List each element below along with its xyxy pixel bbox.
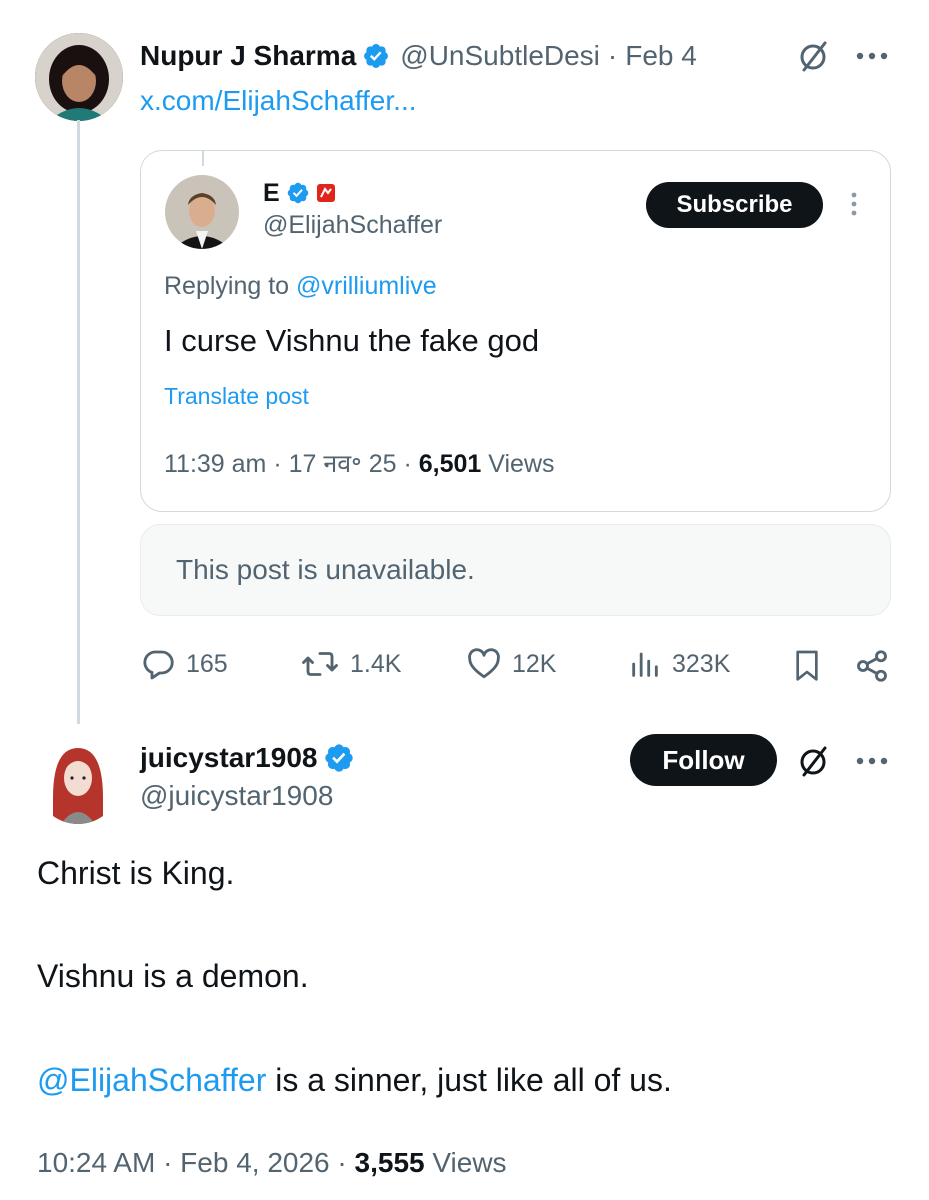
like-count: 12K (512, 649, 557, 678)
affiliate-badge-icon (316, 184, 335, 202)
avatar-image (35, 738, 121, 824)
replying-to: Replying to @vrilliumlive (164, 272, 437, 301)
quote-views-label: Views (481, 450, 555, 478)
post-text-rest: is a sinner, just like all of us. (266, 1062, 672, 1098)
author-handle[interactable]: @UnSubtleDesi (400, 40, 600, 72)
repost-count: 1.4K (350, 649, 402, 678)
quote-meta: 11:39 am · 17 नव॰ 25 · 6,501 Views (164, 446, 555, 480)
post-text-line-2: Vishnu is a demon. (37, 958, 309, 994)
quote-author-handle[interactable]: @ElijahSchaffer (263, 211, 442, 240)
post-text-line-3: @ElijahSchaffer is a sinner, just like a… (37, 1062, 672, 1099)
post-text-line-1: Christ is King. (37, 855, 235, 891)
views-icon (632, 652, 658, 677)
more-icon[interactable] (852, 38, 892, 74)
avatar-nupur[interactable] (35, 33, 123, 121)
post-timestamp[interactable]: 10:24 AM · Feb 4, 2026 · (37, 1147, 355, 1178)
quote-author-name[interactable]: E (263, 179, 280, 208)
share-icon[interactable] (852, 646, 892, 686)
avatar-image (35, 33, 123, 121)
views-count: 323K (672, 649, 731, 678)
author-name[interactable]: Nupur J Sharma (140, 40, 356, 72)
quote-timestamp[interactable]: 11:39 am · 17 नव॰ 25 · (164, 450, 419, 478)
post1-header: Nupur J Sharma @UnSubtleDesi · Feb 4 (140, 36, 697, 76)
translate-post-link[interactable]: Translate post (164, 383, 309, 410)
mention-link[interactable]: @ElijahSchaffer (37, 1062, 266, 1098)
reply-count: 165 (186, 649, 228, 678)
like-action[interactable]: 12K (466, 646, 556, 682)
reply-action[interactable]: 165 (140, 646, 228, 682)
bookmark-icon[interactable] (788, 646, 826, 686)
verified-badge-icon (287, 182, 308, 204)
grok-icon[interactable] (793, 36, 833, 76)
thread-line (77, 120, 80, 724)
post2-header: juicystar1908 (140, 738, 355, 778)
quote-views-count: 6,501 (418, 450, 482, 478)
more-vertical-icon[interactable] (840, 188, 868, 220)
post-views-count: 3,555 (354, 1147, 425, 1178)
subscribe-button[interactable]: Subscribe (646, 182, 823, 228)
unavailable-text: This post is unavailable. (176, 554, 475, 585)
author-name[interactable]: juicystar1908 (140, 742, 317, 774)
grok-icon[interactable] (793, 741, 833, 781)
quote-connector (202, 150, 204, 166)
verified-badge-icon (325, 744, 354, 772)
replying-to-handle[interactable]: @vrilliumlive (296, 272, 437, 300)
quote-text: I curse Vishnu the fake god (164, 323, 540, 358)
post-views-label: Views (424, 1147, 507, 1178)
reply-icon (143, 650, 174, 680)
views-action[interactable]: 323K (628, 646, 730, 682)
avatar-image (165, 175, 239, 249)
like-icon (468, 648, 500, 679)
follow-button[interactable]: Follow (630, 734, 777, 786)
post-date[interactable]: Feb 4 (625, 40, 697, 72)
post-link[interactable]: x.com/ElijahSchaffer... (140, 85, 417, 117)
repost-icon (302, 652, 338, 676)
post2-meta: 10:24 AM · Feb 4, 2026 · 3,555 Views (37, 1147, 507, 1179)
repost-action[interactable]: 1.4K (300, 646, 401, 682)
separator: · (607, 40, 618, 71)
quote-header: E (263, 178, 336, 208)
replying-to-label: Replying to (164, 272, 297, 300)
author-handle[interactable]: @juicystar1908 (140, 780, 333, 812)
more-icon[interactable] (852, 743, 892, 779)
avatar-elijah[interactable] (165, 175, 239, 249)
avatar-juicystar[interactable] (35, 738, 121, 824)
verified-badge-icon (364, 44, 389, 68)
